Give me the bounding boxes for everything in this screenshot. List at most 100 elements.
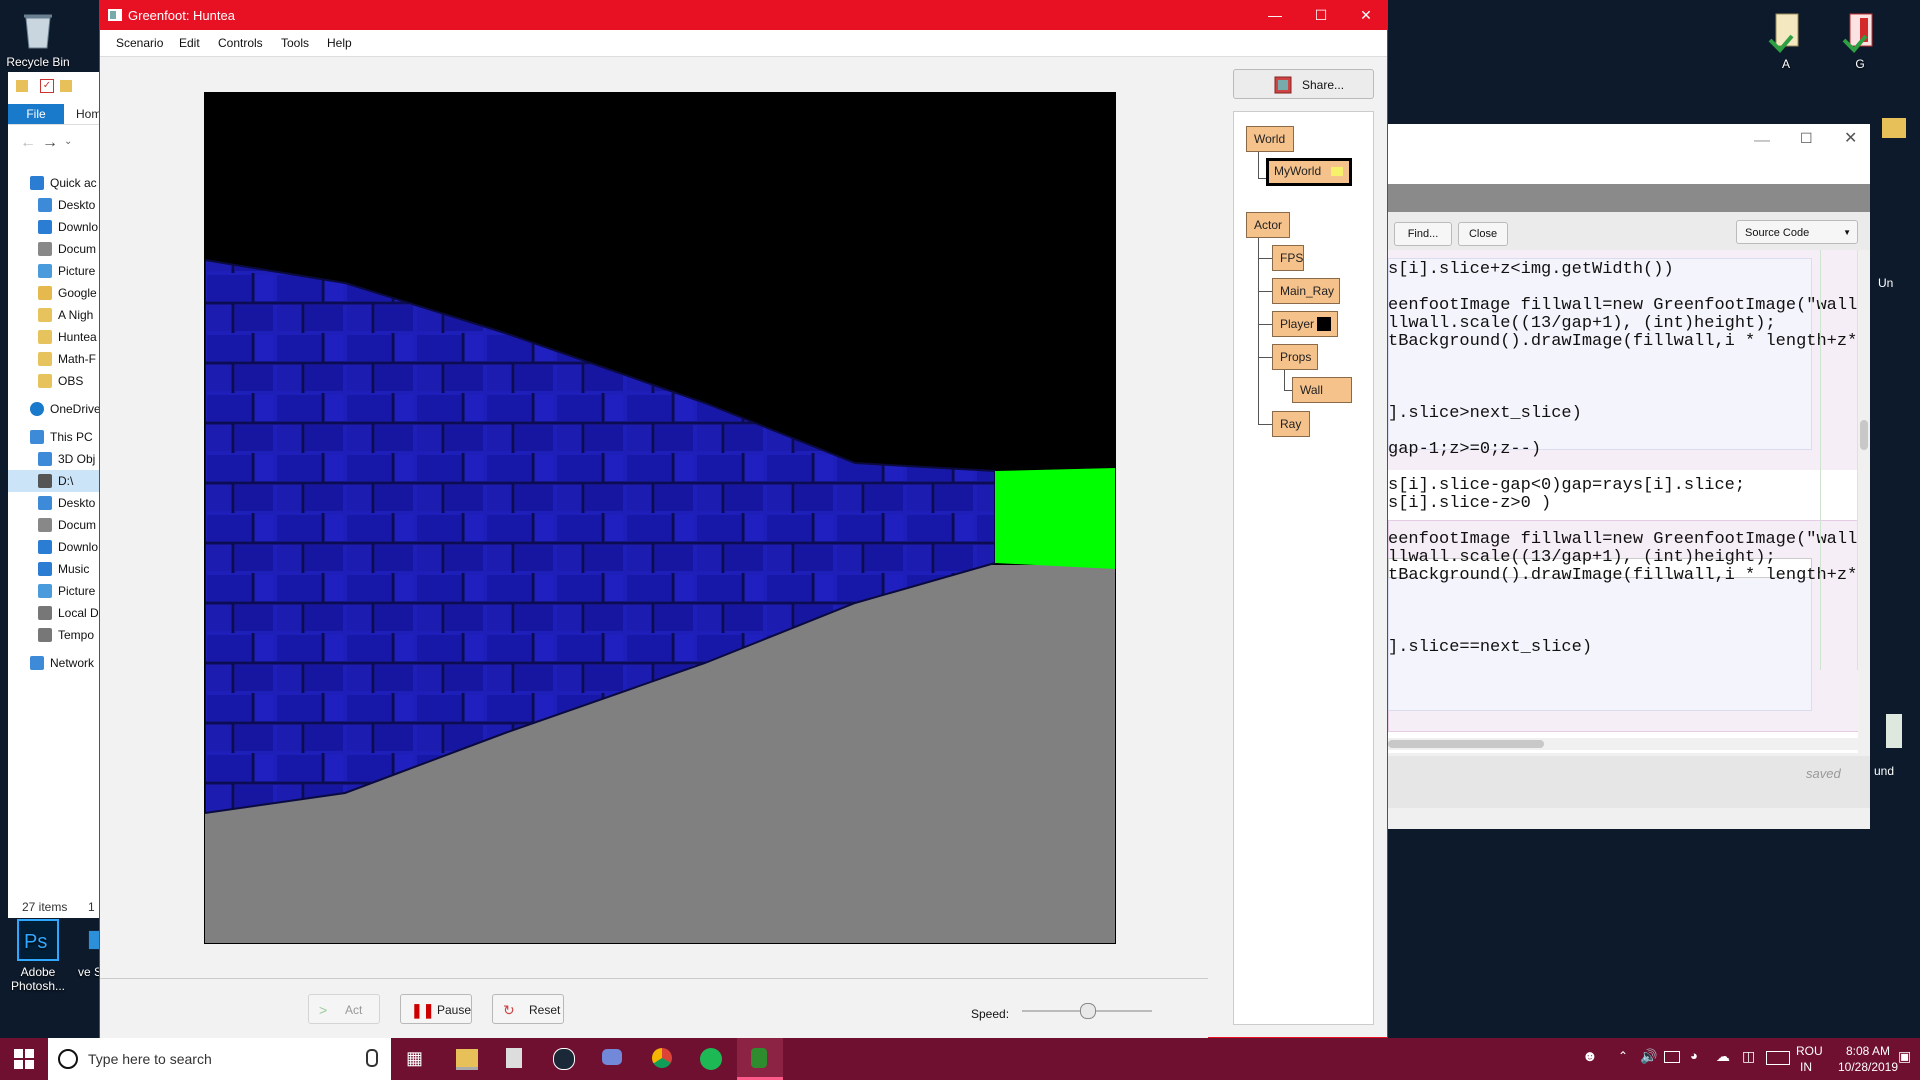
reset-button[interactable]: ↻ Reset — [492, 994, 564, 1024]
nav-item-downloads[interactable]: Downlo — [8, 536, 100, 558]
horizontal-scrollbar[interactable] — [1388, 738, 1858, 750]
desktop-partial-icon-un[interactable]: Un — [1870, 112, 1920, 292]
nav-item-documents[interactable]: Docum — [8, 514, 100, 536]
tab-file[interactable]: File — [8, 104, 64, 124]
nav-item-google[interactable]: Google — [8, 282, 100, 304]
nav-item-desktop[interactable]: Deskto — [8, 194, 100, 216]
steam-icon[interactable] — [553, 1048, 575, 1070]
desktop-icon-a[interactable]: A — [1748, 10, 1824, 71]
discord-icon[interactable] — [602, 1049, 622, 1065]
class-ray[interactable]: Ray — [1272, 411, 1310, 437]
vertical-scrollbar[interactable] — [1858, 250, 1870, 753]
class-main-ray[interactable]: Main_Ray — [1272, 278, 1340, 304]
nav-item-onedrive[interactable]: OneDrive — [8, 398, 100, 420]
network-icon[interactable]: ◫ — [1742, 1048, 1755, 1065]
nav-item-pictures[interactable]: Picture — [8, 260, 100, 282]
nav-item-quick-access[interactable]: Quick ac — [8, 172, 100, 194]
class-fps[interactable]: FPS — [1272, 245, 1304, 271]
shortcut-file-icon — [1768, 13, 1799, 53]
nav-item-network[interactable]: Network — [8, 652, 100, 674]
class-wall[interactable]: Wall — [1292, 377, 1352, 403]
code-line: llwall.scale((13/gap+1), (int)height); — [1388, 548, 1776, 567]
wifi-icon[interactable]: ◕ — [1690, 1048, 1698, 1063]
class-myworld[interactable]: MyWorld — [1266, 158, 1352, 186]
recycle-bin-desktop-icon[interactable]: Recycle Bin — [0, 8, 76, 69]
keyboard-icon[interactable] — [1766, 1051, 1790, 1065]
minimize-icon[interactable]: — — [1754, 132, 1770, 150]
nav-item-math[interactable]: Math-F — [8, 348, 100, 370]
people-icon[interactable]: ☻ — [1582, 1048, 1598, 1065]
maximize-icon[interactable]: ☐ — [1800, 130, 1813, 147]
input-language[interactable]: ROU — [1796, 1044, 1823, 1058]
nav-item-a-night[interactable]: A Nigh — [8, 304, 100, 326]
greenfoot-taskbar-icon[interactable] — [737, 1038, 783, 1080]
nav-item-d-drive[interactable]: D:\ — [8, 470, 100, 492]
nav-item-pictures[interactable]: Picture — [8, 580, 100, 602]
menu-scenario[interactable]: Scenario — [116, 36, 163, 50]
view-select[interactable]: Source Code ▼ — [1736, 220, 1858, 244]
photoshop-desktop-icon[interactable]: Ps Adobe Photosh... — [0, 918, 76, 993]
class-player[interactable]: Player — [1272, 311, 1338, 337]
class-image-icon — [1331, 167, 1343, 176]
minimize-icon[interactable]: — — [1252, 1, 1298, 30]
menu-edit[interactable]: Edit — [179, 36, 200, 50]
nav-item-downloads[interactable]: Downlo — [8, 216, 100, 238]
file-explorer-taskbar-icon[interactable] — [456, 1049, 478, 1070]
calculator-icon[interactable] — [506, 1048, 522, 1068]
chevron-up-icon[interactable]: ⌃ — [1618, 1049, 1628, 1063]
new-folder-icon[interactable] — [60, 80, 72, 92]
class-world[interactable]: World — [1246, 126, 1294, 152]
nav-item-local-disk[interactable]: Local D — [8, 602, 100, 624]
close-icon[interactable]: ✕ — [1343, 1, 1389, 30]
task-view-icon[interactable]: ▦ — [406, 1048, 423, 1069]
maximize-icon[interactable]: ☐ — [1298, 1, 1344, 30]
microphone-icon[interactable] — [366, 1049, 378, 1067]
taskbar-search-box[interactable]: Type here to search — [48, 1038, 391, 1080]
folder-icon[interactable] — [16, 80, 28, 92]
nav-item-this-pc[interactable]: This PC — [8, 426, 100, 448]
act-button[interactable]: > Act — [308, 994, 380, 1024]
editor-status-bar: saved — [1388, 756, 1870, 808]
battery-icon[interactable] — [1664, 1051, 1680, 1063]
volume-icon[interactable]: 🔊 — [1640, 1048, 1657, 1065]
nav-item-temporary[interactable]: Tempo — [8, 624, 100, 646]
close-icon[interactable]: ✕ — [1844, 128, 1857, 148]
nav-item-huntea[interactable]: Huntea — [8, 326, 100, 348]
back-arrow-icon[interactable]: ← — [20, 134, 36, 152]
close-button[interactable]: Close — [1458, 222, 1508, 246]
world-view[interactable] — [204, 92, 1116, 944]
chevron-down-icon[interactable]: ⌄ — [64, 136, 72, 147]
spotify-icon[interactable] — [700, 1048, 722, 1070]
tab-home[interactable]: Hom — [76, 104, 100, 124]
clock-date[interactable]: 10/28/2019 — [1832, 1060, 1904, 1074]
menu-help[interactable]: Help — [327, 36, 352, 50]
desktop-partial-icon-und[interactable]: und — [1870, 712, 1920, 782]
menu-tools[interactable]: Tools — [281, 36, 309, 50]
speed-slider-thumb[interactable] — [1080, 1003, 1096, 1019]
desktop-icon-g[interactable]: G — [1822, 10, 1898, 71]
menu-controls[interactable]: Controls — [218, 36, 263, 50]
class-actor[interactable]: Actor — [1246, 212, 1290, 238]
nav-item-obs[interactable]: OBS — [8, 370, 100, 392]
properties-icon[interactable]: ✓ — [40, 79, 54, 93]
nav-item-documents[interactable]: Docum — [8, 238, 100, 260]
nav-item-label: This PC — [50, 430, 93, 444]
nav-item-3d-objects[interactable]: 3D Obj — [8, 448, 100, 470]
chrome-icon[interactable] — [652, 1048, 672, 1068]
nav-item-music[interactable]: Music — [8, 558, 100, 580]
clock-time[interactable]: 8:08 AM — [1840, 1044, 1896, 1058]
cloud-icon[interactable]: ☁ — [1716, 1048, 1730, 1065]
code-area[interactable]: s[i].slice+z<img.getWidth()) eenfootImag… — [1388, 250, 1858, 753]
speed-slider[interactable] — [1022, 1003, 1152, 1019]
nav-item-desktop[interactable]: Deskto — [8, 492, 100, 514]
close-button-label: Close — [1468, 228, 1498, 240]
nav-item-label: Deskto — [58, 198, 96, 212]
forward-arrow-icon[interactable]: → — [42, 134, 58, 152]
notification-icon[interactable]: ▣ — [1898, 1048, 1911, 1065]
greenfoot-window: Greenfoot: Huntea — ☐ ✕ Scenario Edit Co… — [99, 0, 1389, 1039]
windows-start-icon[interactable] — [14, 1049, 34, 1069]
find-button[interactable]: Find... — [1394, 222, 1452, 246]
class-props[interactable]: Props — [1272, 344, 1318, 370]
share-button[interactable]: Share... — [1233, 69, 1374, 99]
pause-button[interactable]: ❚❚ Pause — [400, 994, 472, 1024]
